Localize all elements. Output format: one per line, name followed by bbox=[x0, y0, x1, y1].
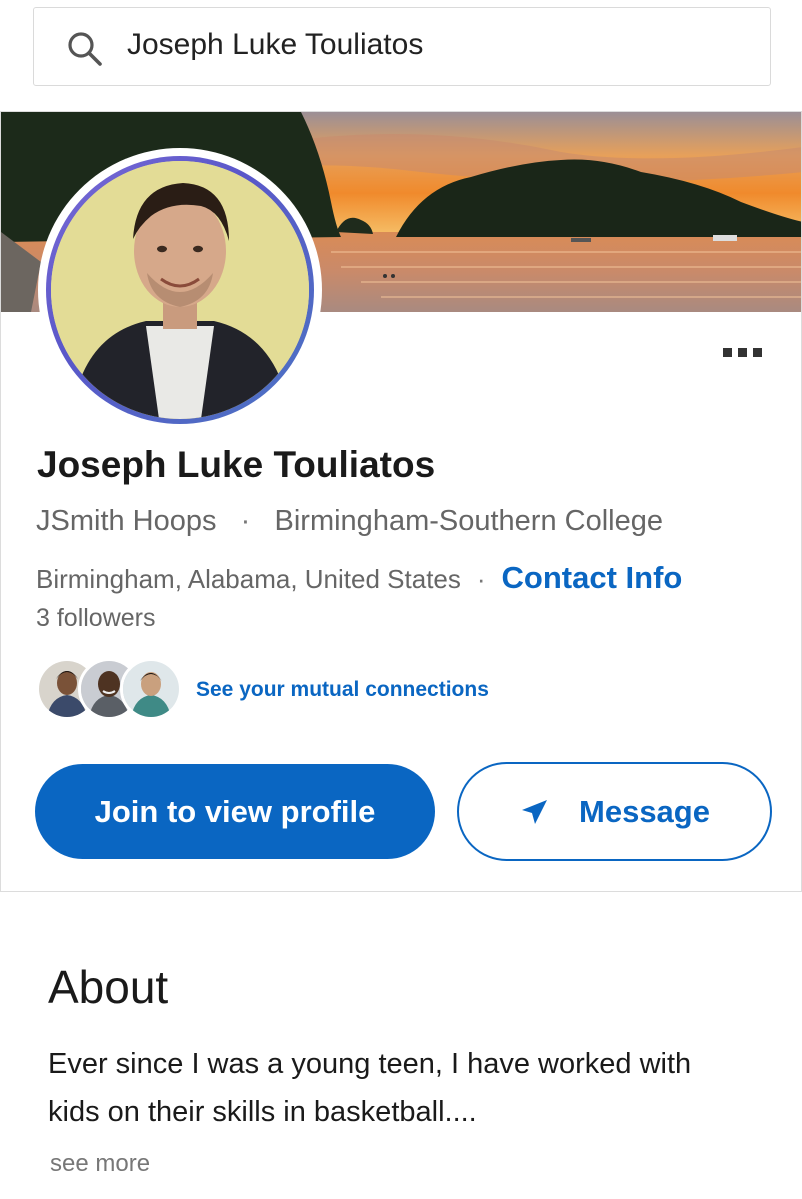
school-name[interactable]: Birmingham-Southern College bbox=[275, 505, 663, 537]
followers-count: 3 followers bbox=[36, 604, 156, 632]
mutual-connections-avatars[interactable] bbox=[36, 658, 182, 720]
headline-separator: · bbox=[240, 505, 251, 537]
avatar bbox=[120, 658, 182, 720]
see-more-link[interactable]: see more bbox=[50, 1150, 150, 1178]
location-separator: · bbox=[476, 564, 486, 594]
company-name[interactable]: JSmith Hoops bbox=[36, 505, 217, 537]
location-row: Birmingham, Alabama, United States · Con… bbox=[36, 560, 682, 596]
contact-info-link[interactable]: Contact Info bbox=[502, 560, 683, 596]
search-input[interactable]: Joseph Luke Touliatos bbox=[127, 28, 423, 62]
profile-location: Birmingham, Alabama, United States bbox=[36, 564, 461, 594]
search-icon bbox=[68, 32, 102, 66]
join-to-view-profile-button[interactable]: Join to view profile bbox=[35, 764, 435, 859]
profile-name: Joseph Luke Touliatos bbox=[37, 444, 436, 485]
message-button-label: Message bbox=[579, 793, 710, 829]
profile-headline: JSmith Hoops · Birmingham-Southern College bbox=[36, 505, 663, 538]
message-button[interactable]: Message bbox=[457, 762, 772, 861]
more-options-icon[interactable] bbox=[723, 348, 767, 358]
about-heading: About bbox=[48, 961, 169, 1013]
send-icon bbox=[522, 799, 548, 824]
search-bar[interactable]: Joseph Luke Touliatos bbox=[33, 7, 771, 86]
profile-card: Joseph Luke Touliatos JSmith Hoops · Birmi… bbox=[0, 111, 802, 892]
profile-avatar[interactable] bbox=[38, 148, 322, 432]
mutual-connections-link[interactable]: See your mutual connections bbox=[196, 678, 489, 702]
about-text: Ever since I was a young teen, I have wo… bbox=[48, 1048, 692, 1128]
